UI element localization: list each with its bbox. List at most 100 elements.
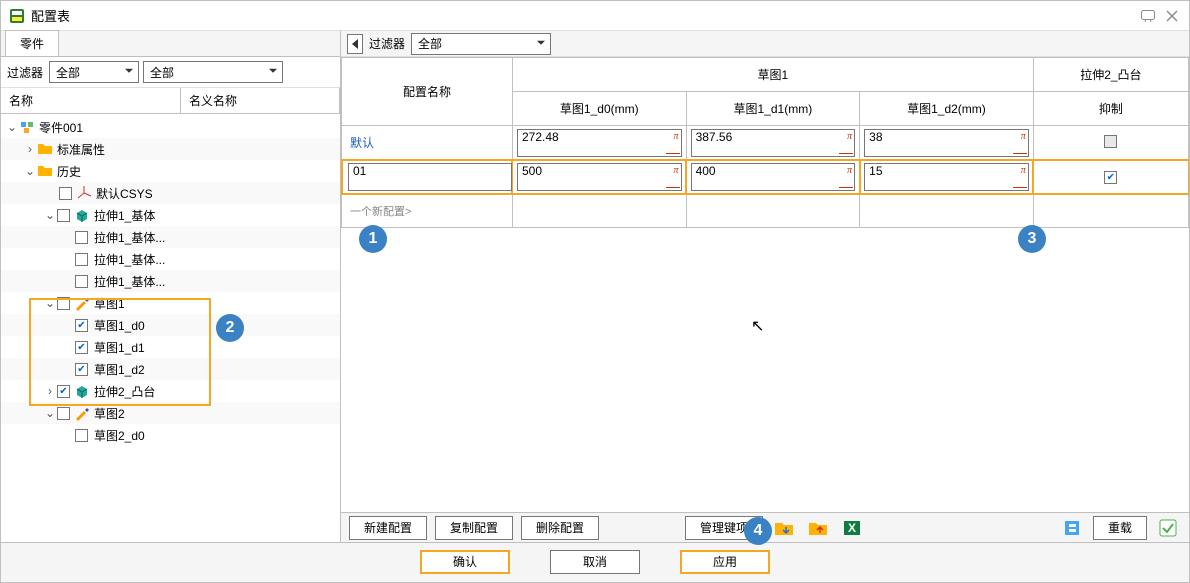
import-icon[interactable] bbox=[771, 516, 797, 540]
csys-icon bbox=[76, 185, 92, 201]
extrude-icon bbox=[74, 207, 90, 223]
app-icon bbox=[9, 8, 25, 24]
tab-part[interactable]: 零件 bbox=[5, 30, 59, 56]
header-d1: 草图1_d1(mm) bbox=[686, 92, 860, 126]
extrude-icon bbox=[74, 383, 90, 399]
checkbox[interactable] bbox=[75, 275, 88, 288]
help-icon[interactable] bbox=[1139, 7, 1157, 25]
manage-keys-button[interactable]: 管理键项 bbox=[685, 516, 763, 540]
tree-sketch2[interactable]: ⌄草图2 bbox=[1, 402, 340, 424]
header-sketch1-group: 草图1 bbox=[512, 58, 1033, 92]
new-config-row[interactable]: 一个新配置> bbox=[342, 194, 1189, 228]
tree-extrude1-a[interactable]: 拉伸1_基体... bbox=[1, 226, 340, 248]
checkbox[interactable] bbox=[75, 363, 88, 376]
expand-icon[interactable]: ⌄ bbox=[43, 406, 57, 420]
tree-headers: 名称 名义名称 bbox=[1, 88, 340, 114]
config-table-window: 配置表 零件 过滤器 全部 全部 名称 名义名称 ⌄零件001 ›标准属性 ⌄历… bbox=[0, 0, 1190, 583]
d0-input[interactable]: 500 bbox=[517, 163, 682, 191]
formula-icon[interactable] bbox=[1021, 165, 1026, 176]
config-row-01[interactable]: 01 500 400 15 bbox=[342, 160, 1189, 194]
reload-button[interactable]: 重载 bbox=[1093, 516, 1147, 540]
delete-config-button[interactable]: 删除配置 bbox=[521, 516, 599, 540]
header-nominal: 名义名称 bbox=[181, 88, 340, 113]
left-pane: 零件 过滤器 全部 全部 名称 名义名称 ⌄零件001 ›标准属性 ⌄历史 默认… bbox=[1, 31, 341, 542]
tree-history[interactable]: ⌄历史 bbox=[1, 160, 340, 182]
tree-root[interactable]: ⌄零件001 bbox=[1, 116, 340, 138]
config-grid: 配置名称 草图1 拉伸2_凸台 草图1_d0(mm) 草图1_d1(mm) 草图… bbox=[341, 57, 1189, 512]
checkbox[interactable] bbox=[57, 297, 70, 310]
checkbox[interactable] bbox=[75, 319, 88, 332]
expand-icon[interactable]: ⌄ bbox=[5, 120, 19, 134]
d1-input[interactable]: 400 bbox=[691, 163, 856, 191]
action-toolbar: 新建配置 复制配置 删除配置 管理键项 X 重载 bbox=[341, 512, 1189, 542]
suppress-checkbox[interactable] bbox=[1104, 171, 1117, 184]
part-icon bbox=[19, 119, 35, 135]
config-row-default[interactable]: 默认 272.48 387.56 38 bbox=[342, 126, 1189, 160]
formula-icon[interactable] bbox=[674, 165, 679, 176]
apply-button[interactable]: 应用 bbox=[680, 550, 770, 574]
config-name-cell[interactable]: 默认 bbox=[342, 134, 512, 151]
d2-input[interactable]: 38 bbox=[864, 129, 1029, 157]
tree-sketch1-d1[interactable]: 草图1_d1 bbox=[1, 336, 340, 358]
export-icon[interactable] bbox=[805, 516, 831, 540]
tree-default-csys[interactable]: 默认CSYS bbox=[1, 182, 340, 204]
checkbox[interactable] bbox=[57, 407, 70, 420]
header-extrude2-group: 拉伸2_凸台 bbox=[1033, 58, 1188, 92]
prev-button[interactable] bbox=[347, 34, 363, 54]
formula-icon[interactable] bbox=[847, 131, 852, 142]
expand-icon[interactable]: ⌄ bbox=[23, 164, 37, 178]
header-name: 名称 bbox=[1, 88, 181, 113]
expand-icon[interactable]: ⌄ bbox=[43, 208, 57, 222]
formula-icon[interactable] bbox=[1021, 131, 1026, 142]
tree-sketch2-d0[interactable]: 草图2_d0 bbox=[1, 424, 340, 446]
copy-config-button[interactable]: 复制配置 bbox=[435, 516, 513, 540]
excel-icon[interactable]: X bbox=[839, 516, 865, 540]
filter-dropdown-2[interactable]: 全部 bbox=[143, 61, 283, 83]
tree-extrude1[interactable]: ⌄拉伸1_基体 bbox=[1, 204, 340, 226]
header-config-name: 配置名称 bbox=[342, 58, 513, 126]
sketch-icon bbox=[74, 295, 90, 311]
formula-icon[interactable] bbox=[847, 165, 852, 176]
filter-dropdown[interactable]: 全部 bbox=[411, 33, 551, 55]
tree-extrude2[interactable]: ›拉伸2_凸台 bbox=[1, 380, 340, 402]
sketch-icon bbox=[74, 405, 90, 421]
checkbox[interactable] bbox=[75, 429, 88, 442]
expand-icon[interactable]: › bbox=[23, 142, 37, 156]
checkbox[interactable] bbox=[75, 231, 88, 244]
d2-input[interactable]: 15 bbox=[864, 163, 1029, 191]
tree-sketch1-d2[interactable]: 草图1_d2 bbox=[1, 358, 340, 380]
left-filter-row: 过滤器 全部 全部 bbox=[1, 57, 340, 88]
formula-icon[interactable] bbox=[674, 131, 679, 142]
titlebar: 配置表 bbox=[1, 1, 1189, 31]
folder-icon bbox=[37, 163, 53, 179]
tree-sketch1-d0[interactable]: 草图1_d0 bbox=[1, 314, 340, 336]
window-title: 配置表 bbox=[31, 6, 1133, 25]
tree-extrude1-c[interactable]: 拉伸1_基体... bbox=[1, 270, 340, 292]
d1-input[interactable]: 387.56 bbox=[691, 129, 856, 157]
tree-extrude1-b[interactable]: 拉伸1_基体... bbox=[1, 248, 340, 270]
header-d0: 草图1_d0(mm) bbox=[512, 92, 686, 126]
close-icon[interactable] bbox=[1163, 7, 1181, 25]
checkbox[interactable] bbox=[57, 209, 70, 222]
cancel-button[interactable]: 取消 bbox=[550, 550, 640, 574]
checkbox[interactable] bbox=[59, 187, 72, 200]
tree-sketch1[interactable]: ⌄草图1 bbox=[1, 292, 340, 314]
checkbox[interactable] bbox=[75, 253, 88, 266]
filter-label: 过滤器 bbox=[369, 35, 405, 52]
refresh-icon[interactable] bbox=[1059, 516, 1085, 540]
checkbox[interactable] bbox=[75, 341, 88, 354]
new-config-button[interactable]: 新建配置 bbox=[349, 516, 427, 540]
d0-input[interactable]: 272.48 bbox=[517, 129, 682, 157]
filter-label: 过滤器 bbox=[7, 64, 43, 81]
validate-icon[interactable] bbox=[1155, 516, 1181, 540]
filter-dropdown-1[interactable]: 全部 bbox=[49, 61, 139, 83]
right-filter-row: 过滤器 全部 bbox=[341, 31, 1189, 57]
feature-tree: ⌄零件001 ›标准属性 ⌄历史 默认CSYS ⌄拉伸1_基体 拉伸1_基体..… bbox=[1, 114, 340, 542]
new-config-placeholder[interactable]: 一个新配置> bbox=[342, 203, 512, 219]
ok-button[interactable]: 确认 bbox=[420, 550, 510, 574]
expand-icon[interactable]: › bbox=[43, 384, 57, 398]
tree-std-attr[interactable]: ›标准属性 bbox=[1, 138, 340, 160]
checkbox[interactable] bbox=[57, 385, 70, 398]
expand-icon[interactable]: ⌄ bbox=[43, 296, 57, 310]
suppress-checkbox[interactable] bbox=[1104, 135, 1117, 148]
